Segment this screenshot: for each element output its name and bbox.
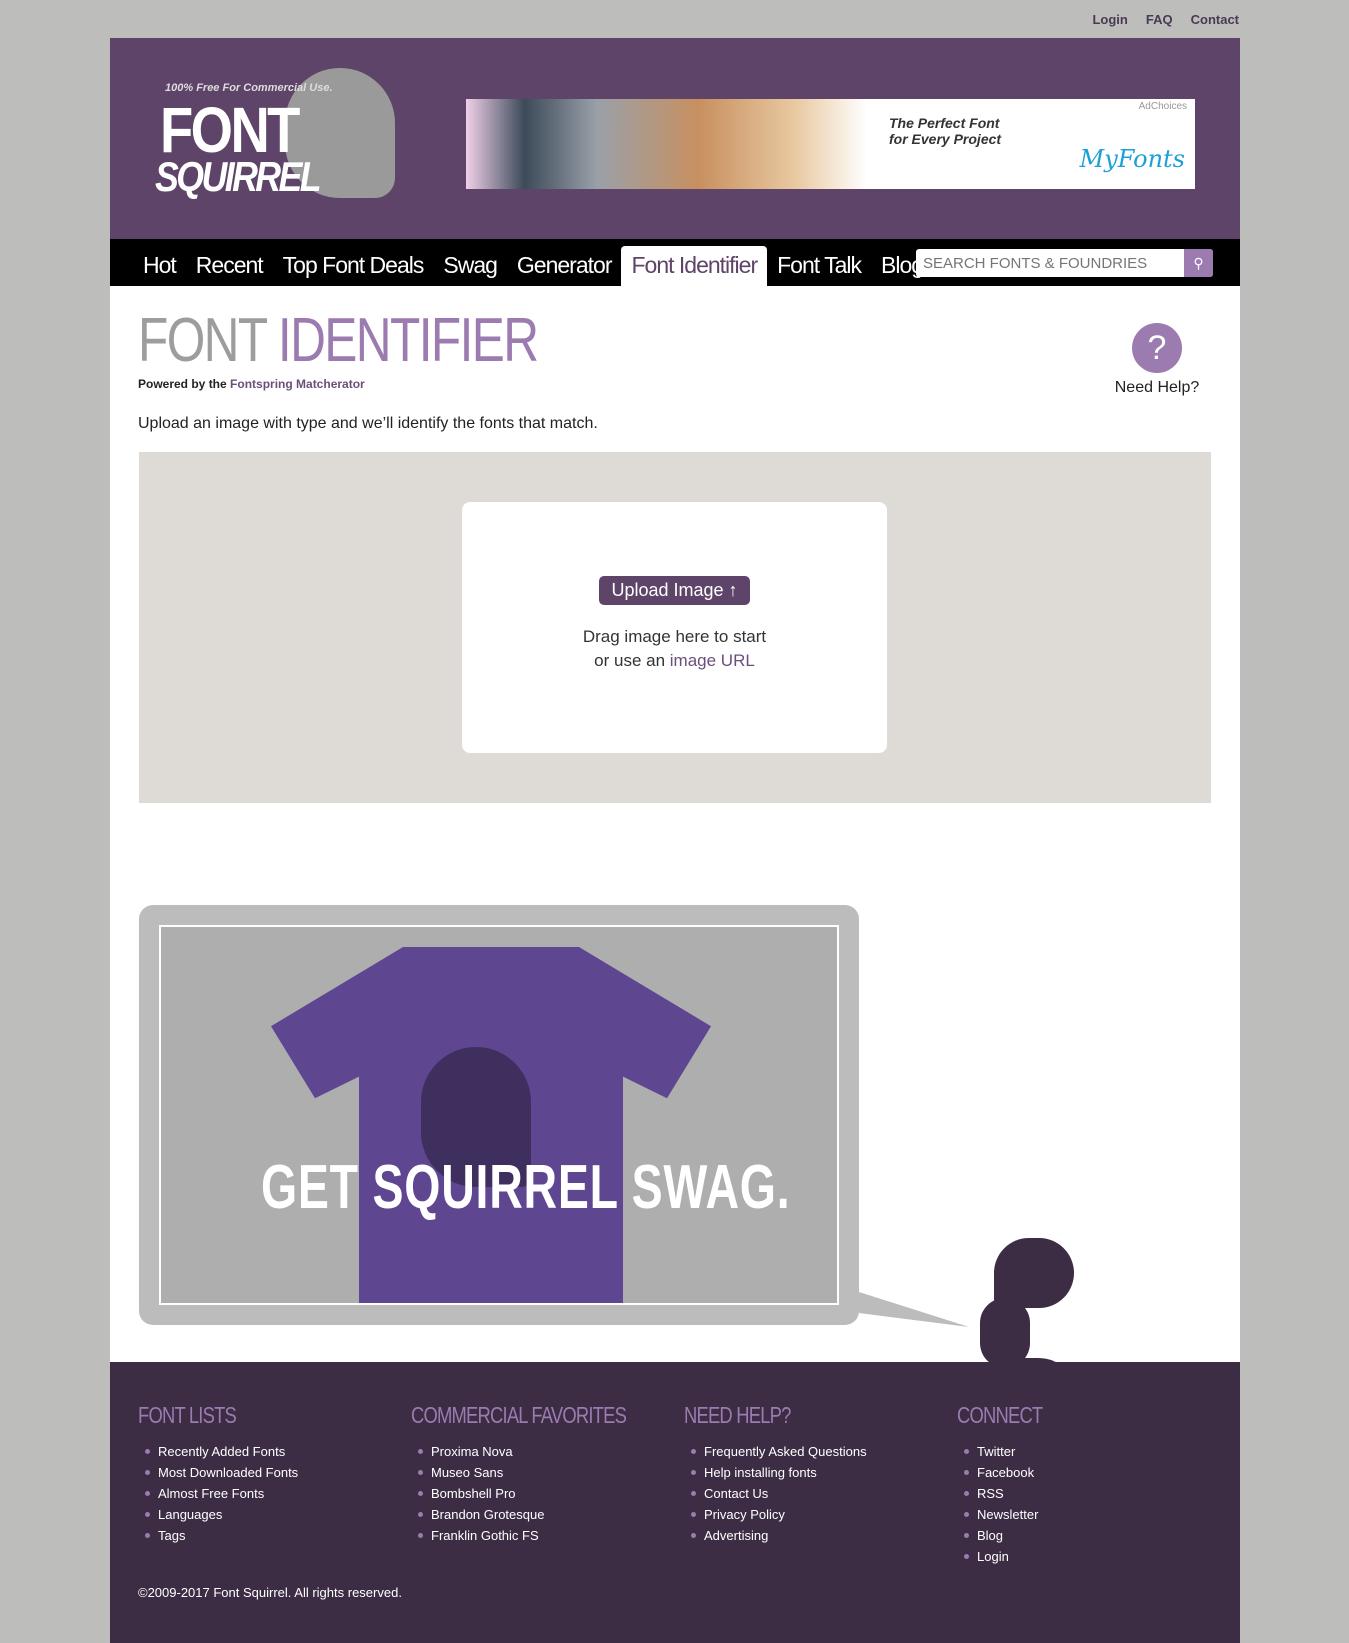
login-link[interactable]: Login [1092, 12, 1127, 27]
footer-link[interactable]: Advertising [704, 1528, 768, 1543]
page-title: FONT IDENTIFIER [138, 306, 539, 375]
page: 100% Free For Commercial Use. FONT SQUIR… [110, 38, 1240, 1643]
logo-tagline: 100% Free For Commercial Use. [165, 82, 333, 94]
myfonts-logo: MyFonts [1079, 145, 1185, 173]
footer: FONT LISTS Recently Added Fonts Most Down… [110, 1362, 1240, 1643]
footer-col-font-lists: FONT LISTS Recently Added Fonts Most Down… [138, 1402, 298, 1546]
adchoices-label[interactable]: AdChoices [1139, 101, 1187, 112]
footer-link[interactable]: Frequently Asked Questions [704, 1444, 867, 1459]
footer-link[interactable]: Franklin Gothic FS [431, 1528, 539, 1543]
tshirt-image [271, 947, 711, 1303]
nav-font-identifier[interactable]: Font Identifier [621, 246, 768, 286]
question-icon: ? [1132, 323, 1182, 373]
need-help-label: Need Help? [1114, 379, 1200, 396]
nav-font-talk[interactable]: Font Talk [767, 246, 871, 286]
footer-link[interactable]: Museo Sans [431, 1465, 503, 1480]
intro-text: Upload an image with type and we’ll iden… [138, 415, 598, 432]
drop-zone[interactable]: Upload Image ↑ Drag image here to start … [139, 452, 1211, 803]
footer-link[interactable]: Help installing fonts [704, 1465, 817, 1480]
footer-link[interactable]: Twitter [977, 1444, 1015, 1459]
search-button[interactable]: ⚲ [1184, 249, 1213, 277]
ad-banner[interactable]: AdChoices The Perfect Font for Every Proj… [466, 99, 1195, 189]
nav-recent[interactable]: Recent [186, 246, 273, 286]
footer-link[interactable]: Languages [158, 1507, 222, 1522]
footer-link[interactable]: Brandon Grotesque [431, 1507, 544, 1522]
image-url-link[interactable]: image URL [670, 651, 755, 670]
copyright: ©2009-2017 Font Squirrel. All rights res… [138, 1585, 402, 1600]
drag-instructions: Drag image here to start or use an image… [582, 627, 767, 670]
swag-banner[interactable]: GET SQUIRREL SWAG. [139, 905, 859, 1325]
speech-tail [859, 1292, 969, 1327]
nav-hot[interactable]: Hot [133, 246, 186, 286]
footer-col-need-help: NEED HELP? Frequently Asked Questions Hel… [684, 1402, 867, 1546]
powered-by: Powered by the Fontspring Matcherator [138, 377, 365, 391]
logo-word-squirrel: SQUIRREL [155, 153, 322, 200]
footer-link[interactable]: Most Downloaded Fonts [158, 1465, 298, 1480]
search-box: ⚲ [916, 249, 1213, 277]
matcherator-link[interactable]: Fontspring Matcherator [230, 377, 365, 391]
nav-swag[interactable]: Swag [433, 246, 507, 286]
nav-top-font-deals[interactable]: Top Font Deals [273, 246, 434, 286]
logo[interactable]: 100% Free For Commercial Use. FONT SQUIR… [155, 68, 415, 208]
top-links: Login FAQ Contact [1092, 12, 1239, 27]
footer-link[interactable]: Newsletter [977, 1507, 1038, 1522]
footer-link[interactable]: Privacy Policy [704, 1507, 785, 1522]
footer-col-commercial: COMMERCIAL FAVORITES Proxima Nova Museo S… [411, 1402, 680, 1546]
footer-col-connect: CONNECT Twitter Facebook RSS Newsletter Blog… [957, 1402, 1064, 1567]
footer-link[interactable]: Proxima Nova [431, 1444, 513, 1459]
footer-link[interactable]: Blog [977, 1528, 1003, 1543]
swag-text: GET SQUIRREL SWAG. [261, 1153, 791, 1222]
search-icon: ⚲ [1193, 255, 1204, 271]
footer-link[interactable]: Recently Added Fonts [158, 1444, 285, 1459]
upload-image-button[interactable]: Upload Image ↑ [599, 576, 750, 605]
arrow-up-icon: ↑ [728, 580, 738, 600]
need-help-button[interactable]: ? Need Help? [1112, 323, 1202, 397]
footer-link[interactable]: Facebook [977, 1465, 1034, 1480]
nav-generator[interactable]: Generator [507, 246, 622, 286]
search-input[interactable] [916, 249, 1184, 277]
footer-link[interactable]: Bombshell Pro [431, 1486, 516, 1501]
contact-link[interactable]: Contact [1191, 12, 1239, 27]
ad-headline: The Perfect Font for Every Project [889, 115, 1002, 147]
header: 100% Free For Commercial Use. FONT SQUIR… [110, 38, 1240, 239]
faq-link[interactable]: FAQ [1146, 12, 1173, 27]
footer-link[interactable]: Contact Us [704, 1486, 768, 1501]
footer-link[interactable]: Almost Free Fonts [158, 1486, 264, 1501]
upload-box: Upload Image ↑ Drag image here to start … [462, 502, 887, 753]
footer-link[interactable]: Tags [158, 1528, 185, 1543]
main-nav: Hot Recent Top Font Deals Swag Generator… [110, 239, 1240, 286]
footer-link[interactable]: RSS [977, 1486, 1004, 1501]
footer-link[interactable]: Login [977, 1549, 1009, 1564]
swag-image: GET SQUIRREL SWAG. [159, 925, 839, 1305]
